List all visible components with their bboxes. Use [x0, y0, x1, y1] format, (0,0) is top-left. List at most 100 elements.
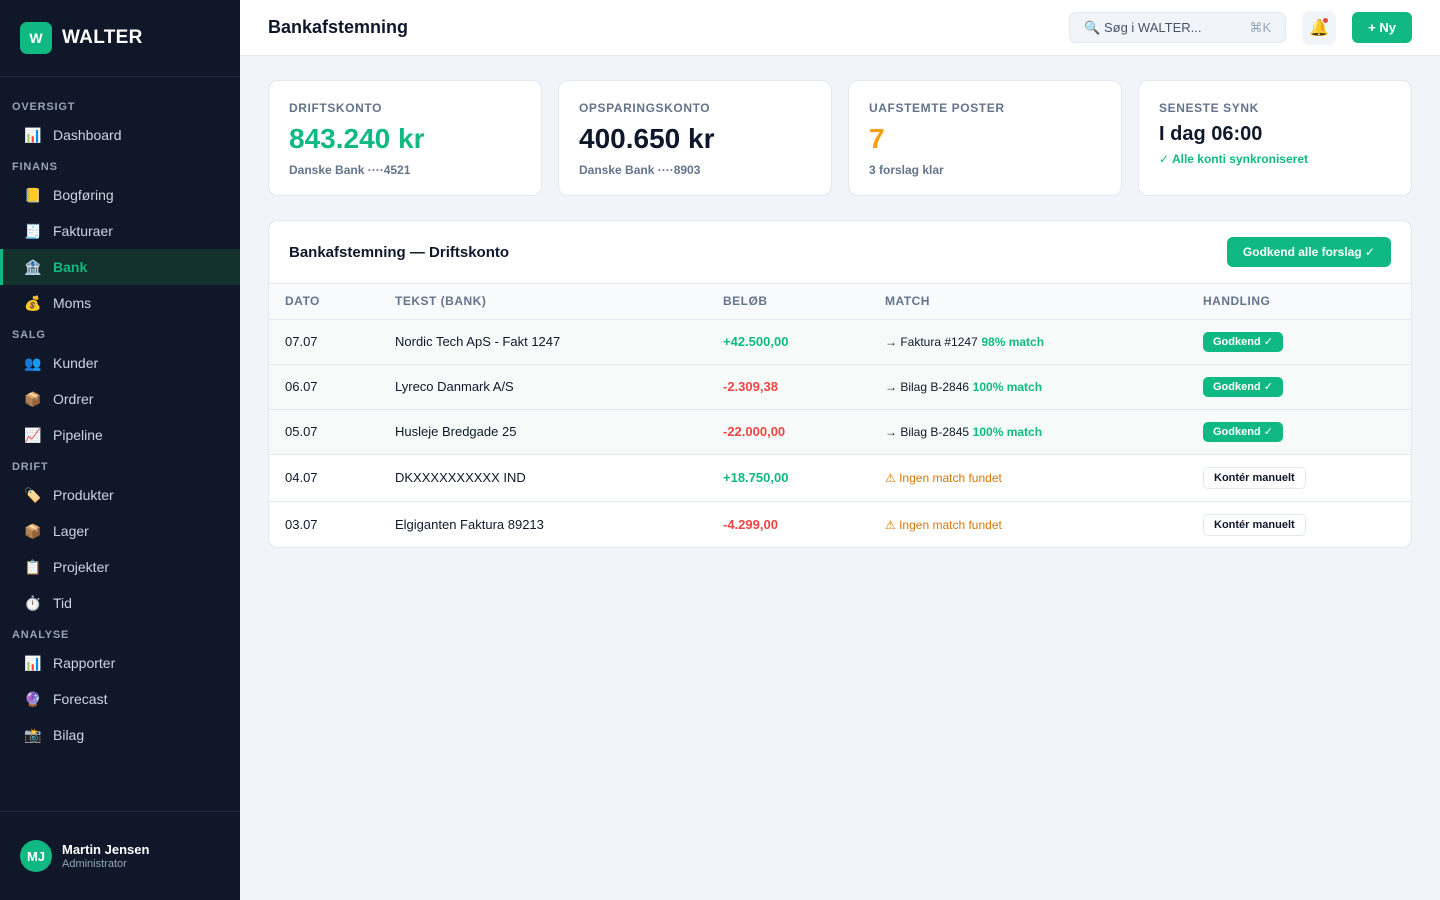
- app-name: WALTER: [62, 27, 143, 48]
- nav-section-title: ANALYSE: [12, 629, 70, 641]
- sidebar-item-kunder[interactable]: 👥 Kunder: [0, 345, 240, 381]
- cell-amount: +18.750,00: [707, 454, 869, 502]
- sidebar-item-projekter[interactable]: 📋 Projekter: [0, 549, 240, 585]
- manual-post-button[interactable]: Kontér manuelt: [1203, 513, 1306, 536]
- search-input[interactable]: 🔍 Søg i WALTER... ⌘K: [1069, 12, 1287, 43]
- sidebar-item-label: Ordrer: [53, 391, 94, 407]
- no-match-warning: ⚠ Ingen match fundet: [885, 471, 1002, 485]
- cell-date: 05.07: [269, 409, 379, 455]
- user-name: Martin Jensen: [62, 842, 150, 857]
- card-subtext: Danske Bank ····4521: [289, 163, 411, 177]
- panel-header: Bankafstemning — Driftskonto Godkend all…: [269, 221, 1411, 284]
- no-match-warning: ⚠ Ingen match fundet: [885, 518, 1002, 533]
- match-score: 100% match: [972, 425, 1043, 439]
- column-header-text[interactable]: TEKST (BANK): [379, 284, 707, 320]
- match-score: 100% match: [972, 380, 1043, 394]
- box-icon: 📦: [24, 390, 42, 407]
- box-icon: 📦: [24, 522, 42, 539]
- card-subtext: Danske Bank ····8903: [579, 163, 701, 177]
- sidebar-item-label: Kunder: [53, 355, 99, 371]
- card-value: 400.650 kr: [579, 123, 715, 154]
- approve-button[interactable]: Godkend ✓: [1203, 331, 1283, 352]
- money-bag-icon: 💰: [24, 294, 42, 311]
- table-header-row: DATO TEKST (BANK) BELØB MATCH HANDLING: [269, 284, 1411, 320]
- cell-action: Godkend ✓: [1187, 319, 1411, 365]
- header-actions: 🔍 Søg i WALTER... ⌘K 🔔 + Ny: [1069, 10, 1412, 45]
- panel-title: Bankafstemning — Driftskonto: [289, 243, 510, 261]
- sidebar-item-bogføring[interactable]: 📒 Bogføring: [0, 177, 240, 213]
- avatar: MJ: [20, 840, 52, 872]
- brand[interactable]: W WALTER: [0, 0, 240, 77]
- sidebar: W WALTER OVERSIGT 📊 Dashboard FINANS 📒 Bogfør…: [0, 0, 240, 900]
- card-label: OPSPARINGSKONTO: [579, 101, 711, 115]
- card-value: I dag 06:00: [1159, 123, 1263, 145]
- approve-button[interactable]: Godkend ✓: [1203, 376, 1283, 397]
- sidebar-item-rapporter[interactable]: 📊 Rapporter: [0, 645, 240, 681]
- nav-section-title: FINANS: [12, 161, 58, 173]
- table-row[interactable]: 06.07 Lyreco Danmark A/S -2.309,38 → Bilag …: [269, 364, 1411, 410]
- nav-section-title: OVERSIGT: [12, 101, 76, 113]
- cell-bank-text: Lyreco Danmark A/S: [379, 364, 707, 410]
- sidebar-item-lager[interactable]: 📦 Lager: [0, 513, 240, 549]
- cell-match: → Bilag B-2846 100% match: [869, 364, 1187, 410]
- card-subtext: 3 forslag klar: [869, 163, 944, 177]
- nav-section-title: DRIFT: [12, 461, 49, 473]
- sidebar-item-pipeline[interactable]: 📈 Pipeline: [0, 417, 240, 453]
- search-placeholder: 🔍 Søg i WALTER...: [1084, 19, 1202, 35]
- sidebar-item-label: Rapporter: [53, 655, 116, 671]
- sidebar-item-forecast[interactable]: 🔮 Forecast: [0, 681, 240, 717]
- column-header-match[interactable]: MATCH: [869, 284, 1187, 320]
- sidebar-nav: OVERSIGT 📊 Dashboard FINANS 📒 Bogføring 🧾 Faktu…: [0, 77, 240, 753]
- cell-amount: -22.000,00: [707, 409, 869, 455]
- trend-icon: 📈: [24, 426, 42, 443]
- sidebar-item-moms[interactable]: 💰 Moms: [0, 285, 240, 321]
- sidebar-item-produkter[interactable]: 🏷️ Produkter: [0, 477, 240, 513]
- column-header-action: HANDLING: [1187, 284, 1411, 320]
- notifications-button[interactable]: 🔔: [1302, 10, 1337, 45]
- crystal-ball-icon: 🔮: [24, 690, 42, 707]
- sidebar-item-label: Forecast: [53, 691, 108, 707]
- ledger-icon: 📒: [24, 186, 42, 203]
- table-row[interactable]: 07.07 Nordic Tech ApS - Fakt 1247 +42.500,…: [269, 319, 1411, 365]
- cell-bank-text: Elgiganten Faktura 89213: [379, 501, 707, 547]
- approve-all-button[interactable]: Godkend alle forslag ✓: [1226, 237, 1391, 267]
- sidebar-item-dashboard[interactable]: 📊 Dashboard: [0, 117, 240, 153]
- user-profile[interactable]: MJ Martin Jensen Administrator: [0, 811, 240, 900]
- match-score: 98% match: [981, 335, 1045, 349]
- table-row[interactable]: 05.07 Husleje Bredgade 25 -22.000,00 → Bila…: [269, 409, 1411, 455]
- match-reference[interactable]: → Faktura #1247: [885, 335, 978, 349]
- approve-button[interactable]: Godkend ✓: [1203, 421, 1283, 442]
- column-header-date[interactable]: DATO: [269, 284, 379, 320]
- table-row[interactable]: 04.07 DKXXXXXXXXXX IND +18.750,00 ⚠ Ingen m…: [269, 454, 1411, 502]
- match-reference[interactable]: → Bilag B-2845: [885, 425, 969, 439]
- receipt-icon: 🧾: [24, 222, 42, 239]
- cell-date: 03.07: [269, 501, 379, 547]
- sidebar-item-ordrer[interactable]: 📦 Ordrer: [0, 381, 240, 417]
- match-reference[interactable]: → Bilag B-2846: [885, 380, 969, 394]
- sidebar-item-tid[interactable]: ⏱️ Tid: [0, 585, 240, 621]
- sidebar-item-label: Fakturaer: [53, 223, 113, 239]
- sidebar-item-fakturaer[interactable]: 🧾 Fakturaer: [0, 213, 240, 249]
- sidebar-item-label: Lager: [53, 523, 89, 539]
- cell-amount: +42.500,00: [707, 319, 869, 365]
- new-button[interactable]: + Ny: [1352, 12, 1412, 43]
- tag-icon: 🏷️: [24, 486, 42, 503]
- cell-action: Godkend ✓: [1187, 364, 1411, 410]
- cell-date: 04.07: [269, 454, 379, 502]
- table-row[interactable]: 03.07 Elgiganten Faktura 89213 -4.299,00 ⚠ …: [269, 501, 1411, 547]
- stat-cards: DRIFTSKONTO 843.240 kr Danske Bank ····4…: [268, 80, 1412, 196]
- manual-post-button[interactable]: Kontér manuelt: [1203, 466, 1306, 489]
- cell-match: ⚠ Ingen match fundet: [869, 501, 1187, 547]
- sync-status: ✓ Alle konti synkroniseret: [1159, 152, 1308, 166]
- column-header-amount[interactable]: BELØB: [707, 284, 869, 320]
- camera-icon: 📸: [24, 726, 42, 743]
- stat-card-uafstemte-poster: UAFSTEMTE POSTER 7 3 forslag klar: [848, 80, 1122, 196]
- sidebar-item-bilag[interactable]: 📸 Bilag: [0, 717, 240, 753]
- user-info: Martin Jensen Administrator: [62, 842, 149, 870]
- stat-card-opsparingskonto: OPSPARINGSKONTO 400.650 kr Danske Bank ·…: [558, 80, 832, 196]
- chart-icon: 📊: [24, 654, 42, 671]
- sidebar-item-bank[interactable]: 🏦 Bank: [0, 249, 240, 285]
- sidebar-item-label: Produkter: [53, 487, 114, 503]
- people-icon: 👥: [24, 354, 42, 371]
- card-value: 843.240 kr: [289, 123, 425, 154]
